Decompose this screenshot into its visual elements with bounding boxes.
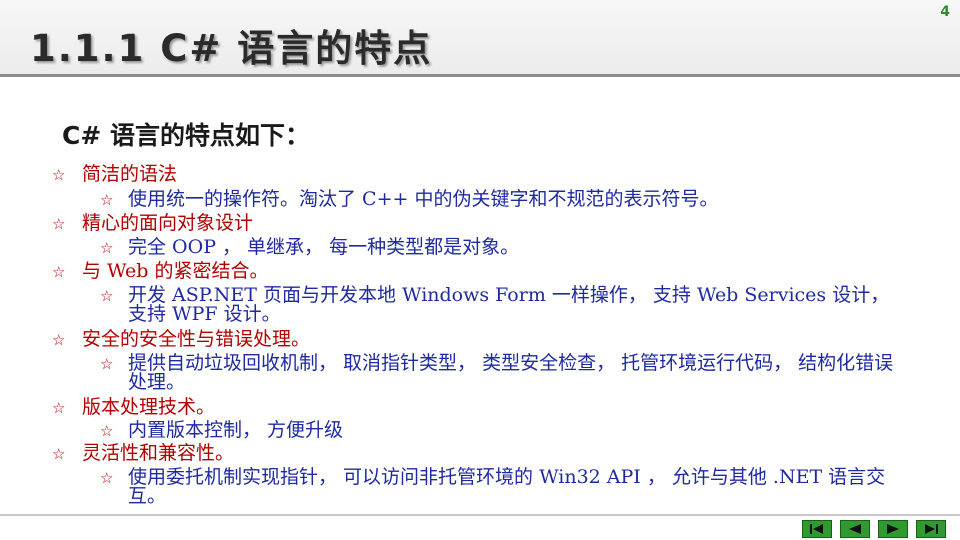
star-bullet-icon: ☆ [100,239,114,257]
bullet-level2: ☆ 开发 ASP.NET 页面与开发本地 Windows Form 一样操作， 支… [100,286,900,324]
bullet-text: 使用委托机制实现指针， 可以访问非托管环境的 Win32 API ， 允许与其他… [128,466,886,507]
bullet-level2: ☆ 使用统一的操作符。淘汰了 C++ 中的伪关键字和不规范的表示符号。 [100,188,900,210]
star-bullet-icon: ☆ [52,263,66,281]
bullet-text: 简洁的语法 [82,163,178,185]
bullet-level1: ☆ 简洁的语法 [52,163,177,186]
star-bullet-icon: ☆ [100,287,114,305]
slide-subtitle: C# 语言的特点如下： [62,121,310,150]
star-bullet-icon: ☆ [100,422,114,440]
bullet-text: 完全 OOP ， 单继承， 每一种类型都是对象。 [128,236,520,258]
previous-slide-button[interactable] [840,520,870,538]
first-slide-button[interactable] [802,520,832,538]
bullet-level1: ☆ 精心的面向对象设计 [52,212,253,235]
footer-divider [0,514,960,516]
star-bullet-icon: ☆ [52,331,66,349]
star-bullet-icon: ☆ [100,191,114,209]
bullet-text: 精心的面向对象设计 [82,212,254,234]
last-slide-icon [925,524,938,534]
bullet-text: 内置版本控制， 方便升级 [128,419,344,441]
bullet-level1: ☆ 安全的安全性与错误处理。 [52,328,310,351]
next-slide-icon [887,524,899,534]
slide-navigation [802,520,946,538]
star-bullet-icon: ☆ [52,166,66,184]
bullet-level2: ☆ 提供自动垃圾回收机制， 取消指针类型， 类型安全检查， 托管环境运行代码， 结… [100,354,900,392]
bullet-level1: ☆ 版本处理技术。 [52,396,215,419]
bullet-level1: ☆ 灵活性和兼容性。 [52,442,234,465]
star-bullet-icon: ☆ [52,399,66,417]
bullet-text: 与 Web 的紧密结合。 [82,260,269,282]
star-bullet-icon: ☆ [52,215,66,233]
bullet-level2: ☆ 内置版本控制， 方便升级 [100,419,900,441]
bullet-text: 开发 ASP.NET 页面与开发本地 Windows Form 一样操作， 支持… [128,284,890,325]
star-bullet-icon: ☆ [100,469,114,487]
page-number: 4 [940,4,950,20]
star-bullet-icon: ☆ [52,445,66,463]
last-slide-button[interactable] [916,520,946,538]
bullet-text: 安全的安全性与错误处理。 [82,328,311,350]
next-slide-button[interactable] [878,520,908,538]
bullet-level2: ☆ 完全 OOP ， 单继承， 每一种类型都是对象。 [100,236,900,258]
bullet-text: 提供自动垃圾回收机制， 取消指针类型， 类型安全检查， 托管环境运行代码， 结构… [128,352,894,393]
star-bullet-icon: ☆ [100,355,114,373]
previous-slide-icon [849,524,861,534]
first-slide-icon [810,524,823,534]
bullet-level2: ☆ 使用委托机制实现指针， 可以访问非托管环境的 Win32 API ， 允许与其… [100,468,900,506]
bullet-text: 灵活性和兼容性。 [82,442,235,464]
bullet-text: 使用统一的操作符。淘汰了 C++ 中的伪关键字和不规范的表示符号。 [128,188,719,210]
bullet-level1: ☆ 与 Web 的紧密结合。 [52,260,268,283]
slide-title: 1.1.1 C# 语言的特点 [30,27,433,70]
bullet-text: 版本处理技术。 [82,396,216,418]
title-divider [0,74,960,77]
